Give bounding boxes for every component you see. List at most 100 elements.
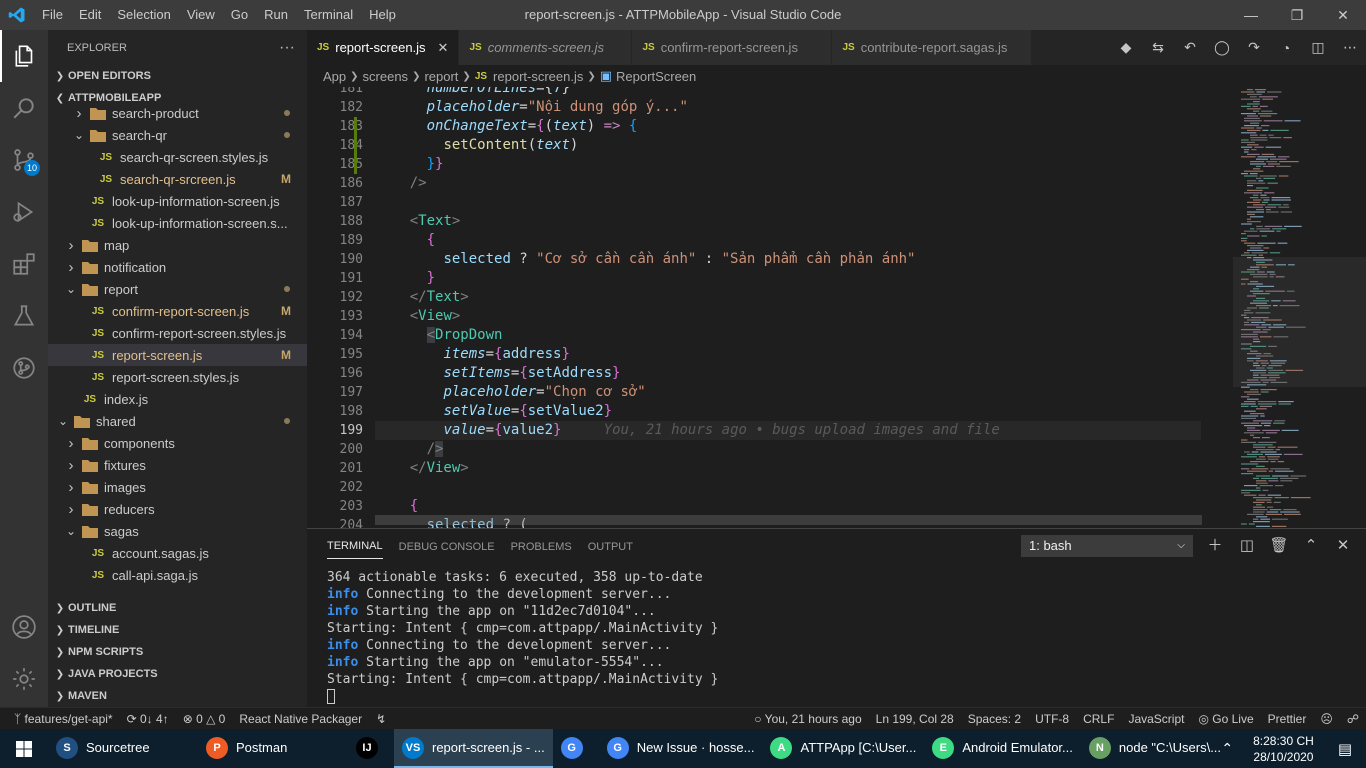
breadcrumb-report[interactable]: report xyxy=(424,69,458,84)
tab-contribute-report-sagas[interactable]: JS contribute-report.sagas.js xyxy=(832,30,1033,65)
terminal-select[interactable]: 1: bash ⌵ xyxy=(1021,535,1193,557)
file-item[interactable]: JS call-api.saga.js xyxy=(48,564,307,586)
folder-item[interactable]: ⌄ report xyxy=(48,278,307,300)
action-center-icon[interactable]: ▤ xyxy=(1324,740,1366,758)
breadcrumb-screens[interactable]: screens xyxy=(363,69,409,84)
go-live[interactable]: ◎ Go Live xyxy=(1191,712,1260,726)
tab-report-screen[interactable]: JS report-screen.js ✕ xyxy=(307,30,460,65)
section-maven[interactable]: ❯ MAVEN xyxy=(48,685,307,707)
file-item[interactable]: JS report-screen.js M xyxy=(48,344,307,366)
extensions-icon[interactable] xyxy=(0,238,48,290)
revert-icon[interactable]: ◯ xyxy=(1206,39,1238,56)
breadcrumb-app[interactable]: App xyxy=(323,69,346,84)
minimap-slider[interactable] xyxy=(1233,257,1366,387)
close-window-icon[interactable]: ✕ xyxy=(1320,0,1366,30)
folder-item[interactable]: › notification xyxy=(48,256,307,278)
menu-help[interactable]: Help xyxy=(361,0,404,30)
folder-item[interactable]: › images xyxy=(48,476,307,498)
tab-output[interactable]: OUTPUT xyxy=(588,535,633,559)
indentation[interactable]: Spaces: 2 xyxy=(961,712,1028,726)
lightning-icon[interactable]: ↯ xyxy=(369,712,393,726)
feedback-icon[interactable]: ☹ xyxy=(1313,712,1340,726)
menu-edit[interactable]: Edit xyxy=(71,0,109,30)
file-item[interactable]: JS confirm-report-screen.js M xyxy=(48,300,307,322)
file-item[interactable]: JS look-up-information-screen.js xyxy=(48,190,307,212)
horizontal-scrollbar[interactable] xyxy=(375,515,1202,525)
open-changes-icon[interactable]: ⇆ xyxy=(1142,39,1174,56)
restore-icon[interactable]: ❐ xyxy=(1274,0,1320,30)
taskbar-app[interactable]: Nnode "C:\Users\... xyxy=(1081,729,1231,768)
folder-item[interactable]: › map xyxy=(48,234,307,256)
section-open-editors[interactable]: ❯ OPEN EDITORS xyxy=(48,65,307,87)
account-icon[interactable] xyxy=(0,601,48,653)
sync-status[interactable]: ⟳ 0↓ 4↑ xyxy=(120,712,176,726)
trash-icon[interactable]: 🗑 xyxy=(1263,535,1295,557)
more-icon[interactable]: ⋯ xyxy=(1334,39,1366,56)
tab-confirm-report-screen[interactable]: JS confirm-report-screen.js xyxy=(632,30,833,65)
section-timeline[interactable]: ❯ TIMELINE xyxy=(48,619,307,641)
breadcrumb-symbol[interactable]: ReportScreen xyxy=(616,69,696,84)
settings-gear-icon[interactable] xyxy=(0,653,48,705)
taskbar-app[interactable]: G New Issue · hosse... xyxy=(599,729,763,768)
windows-start-icon[interactable] xyxy=(0,729,48,768)
git-graph-icon[interactable] xyxy=(0,342,48,394)
code-editor[interactable]: 181 182 183 184 185 186 187 188 189 190 … xyxy=(307,87,1233,528)
breadcrumb-file[interactable]: report-screen.js xyxy=(493,69,583,84)
section-java-projects[interactable]: ❯ JAVA PROJECTS xyxy=(48,663,307,685)
menu-run[interactable]: Run xyxy=(256,0,296,30)
more-actions-icon[interactable]: ··· xyxy=(279,39,295,57)
folder-item[interactable]: › fixtures xyxy=(48,454,307,476)
taskbar-app[interactable]: A ATTPApp [C:\User... xyxy=(762,729,924,768)
section-npm-scripts[interactable]: ❯ NPM SCRIPTS xyxy=(48,641,307,663)
folder-item[interactable]: › reducers xyxy=(48,498,307,520)
menu-go[interactable]: Go xyxy=(223,0,256,30)
minimap[interactable] xyxy=(1233,87,1366,528)
file-item[interactable]: JS account.sagas.js xyxy=(48,542,307,564)
branch-status[interactable]: ᛉ features/get-api* xyxy=(0,712,120,726)
taskbar-app[interactable]: IJ xyxy=(348,729,394,768)
tab-problems[interactable]: PROBLEMS xyxy=(511,535,572,559)
prettier[interactable]: Prettier xyxy=(1261,712,1314,726)
search-icon[interactable] xyxy=(0,82,48,134)
encoding[interactable]: UTF-8 xyxy=(1028,712,1076,726)
git-compare-icon[interactable]: ◆ xyxy=(1110,39,1142,56)
menu-view[interactable]: View xyxy=(179,0,223,30)
toggle-blame-icon[interactable]: ◔ xyxy=(1270,40,1302,56)
file-item[interactable]: JS search-qr-screen.styles.js xyxy=(48,146,307,168)
run-debug-icon[interactable] xyxy=(0,186,48,238)
file-item[interactable]: JS look-up-information-screen.s... xyxy=(48,212,307,234)
folder-item[interactable]: ⌄ search-qr xyxy=(48,124,307,146)
language-mode[interactable]: JavaScript xyxy=(1121,712,1191,726)
tab-comments-screen[interactable]: JS comments-screen.js xyxy=(459,30,633,65)
react-native-packager[interactable]: React Native Packager xyxy=(232,712,369,726)
close-panel-icon[interactable]: ✕ xyxy=(1327,535,1359,557)
folder-item[interactable]: ⌄ sagas xyxy=(48,520,307,542)
file-item[interactable]: JS confirm-report-screen.styles.js xyxy=(48,322,307,344)
new-terminal-icon[interactable]: ＋ xyxy=(1199,535,1231,557)
source-control-icon[interactable]: 10 xyxy=(0,134,48,186)
tray-chevron-up-icon[interactable]: ⌃ xyxy=(1211,740,1243,757)
folder-item[interactable]: › search-product xyxy=(48,102,307,124)
maximize-panel-icon[interactable]: ⌃ xyxy=(1295,535,1327,557)
problems-status[interactable]: ⊗ 0 △ 0 xyxy=(176,712,233,726)
blame-status[interactable]: ○ You, 21 hours ago xyxy=(747,712,868,726)
close-tab-icon[interactable]: ✕ xyxy=(438,40,449,56)
clock[interactable]: 8:28:30 CH 28/10/2020 xyxy=(1243,733,1324,765)
go-forward-icon[interactable]: ↷ xyxy=(1238,39,1270,56)
file-item[interactable]: JSindex.js xyxy=(48,586,307,587)
explorer-icon[interactable] xyxy=(0,30,48,82)
menu-terminal[interactable]: Terminal xyxy=(296,0,361,30)
go-back-icon[interactable]: ↶ xyxy=(1174,39,1206,56)
file-item[interactable]: JSindex.js xyxy=(48,388,307,410)
menu-selection[interactable]: Selection xyxy=(109,0,178,30)
folder-item[interactable]: ⌄ shared xyxy=(48,410,307,432)
taskbar-app[interactable]: VS report-screen.js - ... xyxy=(394,729,553,768)
testing-flask-icon[interactable] xyxy=(0,290,48,342)
tab-debug-console[interactable]: DEBUG CONSOLE xyxy=(399,535,495,559)
minimize-icon[interactable]: — xyxy=(1228,0,1274,30)
end-of-line[interactable]: CRLF xyxy=(1076,712,1121,726)
split-terminal-icon[interactable]: ◫ xyxy=(1231,535,1263,557)
taskbar-app[interactable]: P Postman xyxy=(198,729,348,768)
taskbar-app[interactable]: S Sourcetree xyxy=(48,729,198,768)
cursor-position[interactable]: Ln 199, Col 28 xyxy=(869,712,961,726)
